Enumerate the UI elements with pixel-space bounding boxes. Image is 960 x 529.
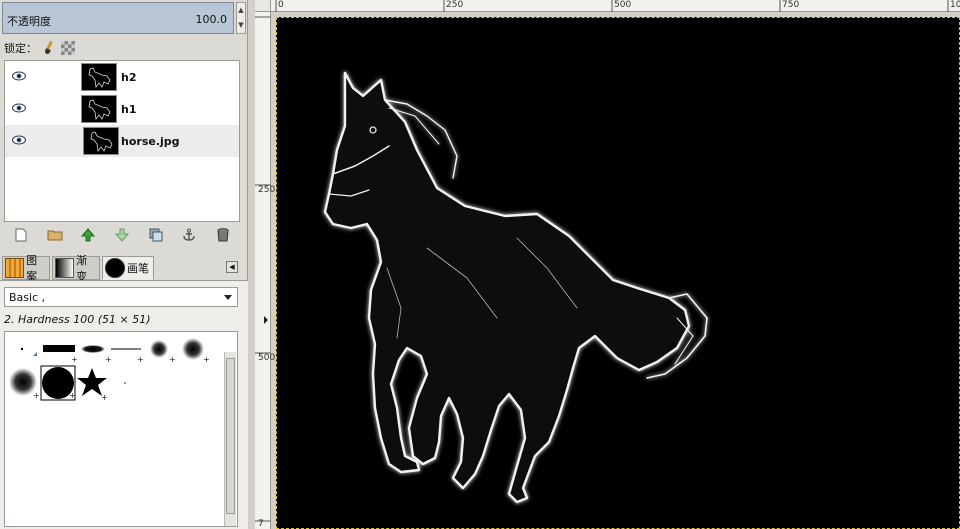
spin-up-icon[interactable]: ▲	[237, 3, 245, 18]
brush-scrollbar[interactable]	[224, 352, 236, 526]
svg-text:+: +	[101, 393, 108, 402]
delete-layer-icon[interactable]	[215, 227, 231, 243]
layer-row[interactable]: h1	[5, 93, 239, 125]
brush-tag-filter[interactable]: Basic ,	[4, 287, 238, 307]
layer-row[interactable]: horse.jpg	[5, 125, 239, 157]
tab-gradients[interactable]: 渐变	[52, 254, 100, 283]
lower-layer-icon[interactable]	[114, 227, 130, 243]
gradient-icon	[55, 258, 75, 278]
layer-thumbnail	[81, 95, 117, 123]
ruler-label: 250	[258, 185, 276, 195]
lock-alpha-icon[interactable]	[61, 41, 75, 55]
new-layer-icon[interactable]	[13, 227, 29, 243]
svg-text:+: +	[169, 355, 176, 364]
raise-layer-icon[interactable]	[80, 227, 96, 243]
opacity-label: 不透明度	[7, 15, 51, 28]
vertical-ruler[interactable]: 250 500 7	[255, 12, 276, 529]
lock-label: 锁定：	[4, 42, 37, 55]
svg-text:+: +	[203, 355, 210, 364]
svg-text:+: +	[105, 355, 112, 364]
anchor-layer-icon[interactable]	[181, 227, 197, 243]
lock-pixels-icon[interactable]	[43, 41, 55, 55]
chevron-down-icon	[224, 295, 232, 300]
brush-grid: + + + + + + + +	[4, 331, 238, 527]
eye-icon[interactable]	[12, 103, 26, 113]
eye-icon[interactable]	[12, 71, 26, 81]
spin-down-icon[interactable]: ▼	[237, 18, 245, 33]
layers-list: h2 h1 horse.jpg	[4, 60, 240, 222]
brush-icon	[105, 258, 125, 278]
image-canvas[interactable]	[276, 17, 960, 529]
svg-text:+: +	[137, 355, 144, 364]
eye-icon[interactable]	[12, 135, 26, 145]
ruler-label: 7	[258, 519, 264, 529]
opacity-value: 100.0	[195, 13, 228, 26]
svg-text:+: +	[69, 391, 76, 400]
ruler-label: 500	[614, 0, 632, 10]
tab-brushes[interactable]: 画笔	[102, 256, 154, 280]
svg-text:+: +	[71, 355, 78, 364]
brush-thumbnails[interactable]: + + + + + + + +	[5, 332, 223, 526]
pattern-icon	[5, 258, 25, 278]
ruler-label: 750	[782, 0, 800, 10]
brushes-panel: Basic , 2. Hardness 100 (51 × 51) + + + …	[0, 280, 248, 529]
image-window: 0 250 500 750 1000 250 500 7	[249, 0, 960, 529]
tab-label: 画笔	[127, 262, 149, 275]
selected-brush-name: 2. Hardness 100 (51 × 51)	[4, 313, 151, 326]
ruler-label: 500	[258, 353, 276, 363]
ruler-ticks	[255, 16, 271, 522]
ruler-label: 0	[278, 0, 284, 10]
layer-row[interactable]: h2	[5, 61, 239, 93]
ruler-label: 1000	[950, 0, 960, 10]
tab-menu-icon[interactable]: ◀	[226, 261, 238, 273]
lock-row: 锁定：	[4, 40, 75, 56]
layer-name: h2	[121, 71, 137, 84]
layer-thumbnail	[83, 127, 119, 155]
brush-tag-value: Basic ,	[9, 291, 46, 304]
ruler-label: 250	[446, 0, 464, 10]
new-layer-group-icon[interactable]	[47, 227, 63, 243]
layer-name: horse.jpg	[121, 135, 180, 148]
horizontal-ruler[interactable]: 0 250 500 750 1000	[271, 0, 960, 12]
ruler-corner[interactable]	[255, 0, 271, 12]
scrollbar-thumb[interactable]	[226, 358, 235, 514]
svg-text:+: +	[33, 391, 40, 400]
horse-image	[323, 71, 708, 504]
layer-toolbar	[4, 224, 240, 246]
dock-tabs: 图案 渐变 画笔 ◀	[0, 254, 248, 283]
left-dock: 不透明度 100.0 ▲ ▼ 锁定： h2 h1 horse.jpg 图案 渐变…	[0, 0, 248, 529]
opacity-spinner[interactable]: ▲ ▼	[236, 2, 246, 34]
tab-patterns[interactable]: 图案	[2, 254, 50, 283]
layer-name: h1	[121, 103, 137, 116]
duplicate-layer-icon[interactable]	[148, 227, 164, 243]
opacity-slider[interactable]: 不透明度 100.0	[2, 2, 234, 34]
layer-thumbnail	[81, 63, 117, 91]
gimp-window: 不透明度 100.0 ▲ ▼ 锁定： h2 h1 horse.jpg 图案 渐变…	[0, 0, 960, 529]
